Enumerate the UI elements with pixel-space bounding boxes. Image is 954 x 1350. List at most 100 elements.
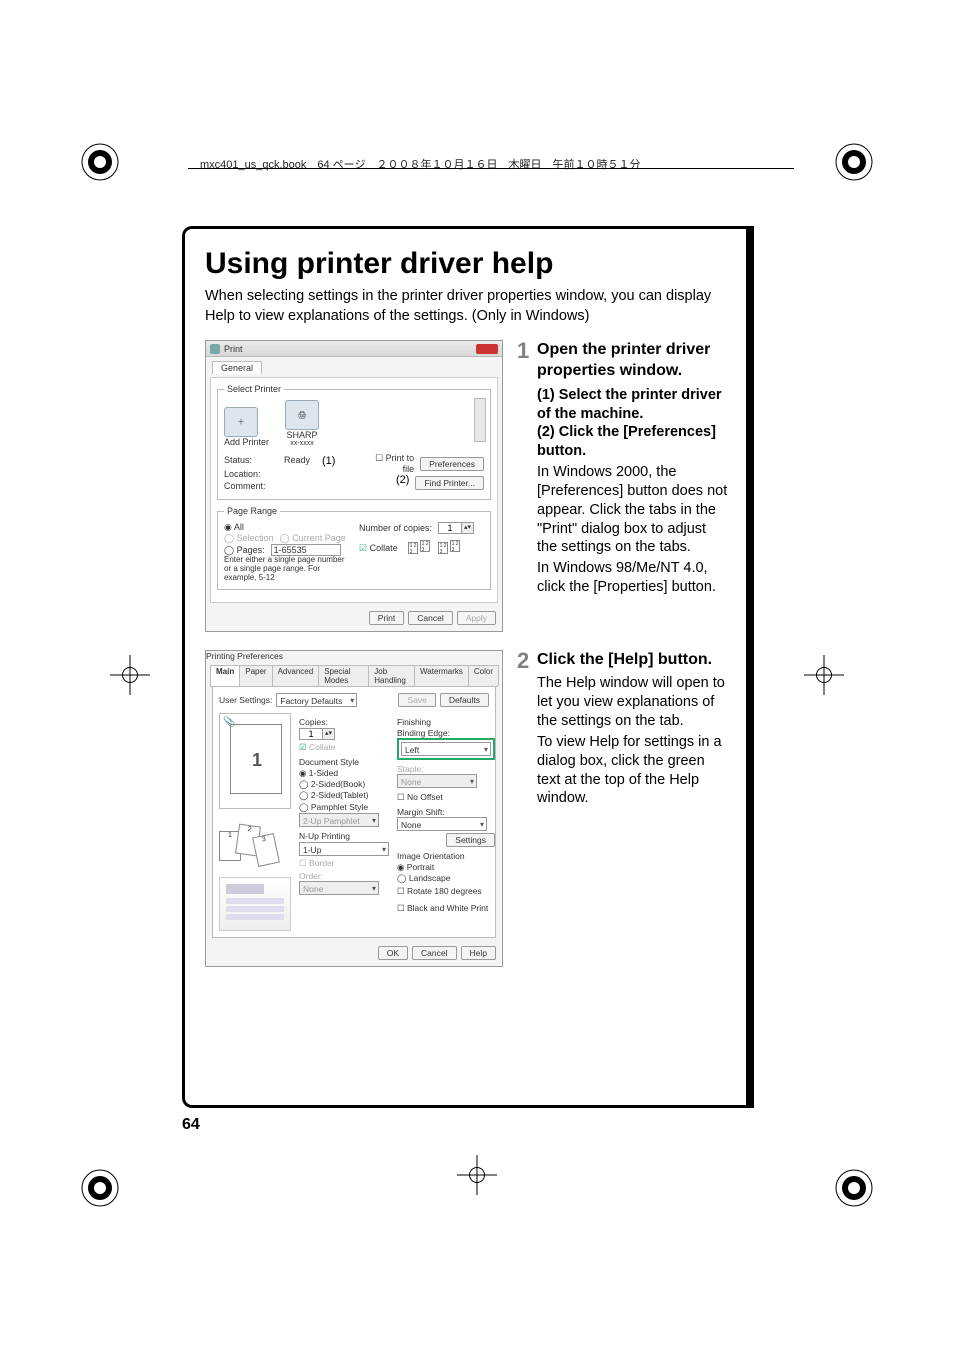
radio-portrait[interactable]: Portrait bbox=[397, 862, 495, 873]
step1-sub1: (1) Select the printer driver of the mac… bbox=[537, 386, 728, 424]
radio-pamphlet[interactable]: Pamphlet Style bbox=[299, 802, 389, 813]
staple-dropdown[interactable]: None bbox=[397, 774, 477, 788]
step2-body1: The Help window will open to let you vie… bbox=[537, 674, 728, 731]
step1-body2: In Windows 98/Me/NT 4.0, click the [Prop… bbox=[537, 559, 728, 597]
registration-mark-bl bbox=[78, 1166, 122, 1210]
rotate-180-checkbox[interactable]: Rotate 180 degrees bbox=[397, 886, 495, 897]
printer-icon[interactable]: 🖨 bbox=[285, 400, 319, 430]
order-label: Order: bbox=[299, 871, 389, 881]
status-key: Status: bbox=[224, 455, 272, 467]
tab-watermarks[interactable]: Watermarks bbox=[414, 665, 469, 686]
step-number-1: 1 bbox=[517, 340, 531, 631]
pamphlet-dropdown[interactable]: 2-Up Pamphlet bbox=[299, 813, 379, 827]
printer-list-scrollbar[interactable] bbox=[474, 398, 486, 442]
border-checkbox[interactable]: Border bbox=[299, 858, 389, 869]
margin-settings-button[interactable]: Settings bbox=[446, 833, 495, 847]
radio-2sided-book[interactable]: 2-Sided(Book) bbox=[299, 779, 389, 790]
prefs-cancel-button[interactable]: Cancel bbox=[412, 946, 456, 960]
defaults-button[interactable]: Defaults bbox=[440, 693, 489, 707]
step1-sub2: (2) Click the [Preferences] button. bbox=[537, 423, 728, 461]
page-preview: 📎 1 bbox=[219, 713, 291, 809]
status-value: Ready bbox=[284, 455, 310, 467]
print-dialog: Print General Select Printer ＋ Add P bbox=[205, 340, 503, 631]
tab-main[interactable]: Main bbox=[210, 665, 240, 686]
select-printer-group: Select Printer ＋ Add Printer 🖨 SHARP xx-… bbox=[217, 384, 491, 500]
bw-print-checkbox[interactable]: Black and White Print bbox=[397, 903, 495, 914]
copies-label: Number of copies: bbox=[359, 523, 432, 533]
radio-1sided[interactable]: 1-Sided bbox=[299, 768, 389, 779]
add-printer-icon[interactable]: ＋ bbox=[224, 407, 258, 437]
order-dropdown[interactable]: None bbox=[299, 881, 379, 895]
radio-current-page[interactable]: Current Page bbox=[280, 533, 346, 544]
step-number-2: 2 bbox=[517, 650, 531, 967]
callout-2: (2) bbox=[396, 474, 409, 486]
registration-mark-tr bbox=[832, 140, 876, 184]
page-title: Using printer driver help bbox=[205, 247, 728, 281]
prefs-copies-spinner[interactable]: ▴▾ bbox=[299, 728, 335, 740]
find-printer-button[interactable]: Find Printer... bbox=[415, 476, 484, 490]
document-style-label: Document Style bbox=[299, 757, 389, 767]
step1-heading: Open the printer driver properties windo… bbox=[537, 340, 728, 382]
tab-advanced[interactable]: Advanced bbox=[272, 665, 320, 686]
add-printer-label: Add Printer bbox=[224, 437, 269, 447]
user-settings-label: User Settings: bbox=[219, 695, 272, 705]
radio-landscape[interactable]: Landscape bbox=[397, 873, 495, 884]
registration-mark-br bbox=[832, 1166, 876, 1210]
select-printer-legend: Select Printer bbox=[224, 384, 284, 394]
content-frame: Using printer driver help When selecting… bbox=[182, 226, 748, 1108]
tab-paper[interactable]: Paper bbox=[239, 665, 272, 686]
copies-spinner[interactable]: ▴▾ bbox=[438, 522, 474, 534]
page-range-group: Page Range All Selection Current Page bbox=[217, 506, 491, 589]
device-preview bbox=[219, 877, 291, 931]
preview-page-number: 1 bbox=[252, 750, 262, 771]
save-button[interactable]: Save bbox=[398, 693, 435, 707]
apply-button[interactable]: Apply bbox=[457, 611, 496, 625]
cancel-button[interactable]: Cancel bbox=[408, 611, 452, 625]
printer-sub: xx-xxxx bbox=[285, 440, 319, 447]
collate-icon: 1 2 3 1 2 3 bbox=[408, 540, 428, 556]
orientation-label: Image Orientation bbox=[397, 851, 495, 861]
tab-job-handling[interactable]: Job Handling bbox=[368, 665, 415, 686]
ok-button[interactable]: OK bbox=[378, 946, 408, 960]
crop-cross-right bbox=[804, 655, 844, 695]
tab-special-modes[interactable]: Special Modes bbox=[318, 665, 369, 686]
dialog-titlebar: Print bbox=[206, 341, 502, 357]
prefs-title: Printing Preferences bbox=[206, 651, 283, 661]
binding-edge-label: Binding Edge: bbox=[397, 728, 495, 738]
prefs-tabs: Main Paper Advanced Special Modes Job Ha… bbox=[210, 663, 498, 687]
crop-cross-bottom bbox=[457, 1155, 497, 1195]
radio-all[interactable]: All bbox=[224, 522, 349, 533]
crop-cross-left bbox=[110, 655, 150, 695]
dialog-title: Print bbox=[224, 344, 243, 354]
collate-checkbox[interactable]: Collate bbox=[359, 543, 398, 554]
nup-dropdown[interactable]: 1-Up bbox=[299, 842, 389, 856]
page-number: 64 bbox=[182, 1116, 200, 1134]
prefs-collate-checkbox[interactable]: Collate bbox=[299, 742, 389, 753]
registration-mark-tl bbox=[78, 140, 122, 184]
collate-icon-2: 1 2 3 1 2 3 bbox=[438, 540, 458, 556]
preferences-button[interactable]: Preferences bbox=[420, 457, 484, 471]
radio-selection[interactable]: Selection bbox=[224, 533, 274, 544]
printer-name: SHARP bbox=[285, 430, 319, 440]
margin-shift-label: Margin Shift: bbox=[397, 807, 495, 817]
tab-color[interactable]: Color bbox=[468, 665, 499, 686]
help-button[interactable]: Help bbox=[461, 946, 496, 960]
location-key: Location: bbox=[224, 469, 272, 479]
margin-shift-dropdown[interactable]: None bbox=[397, 817, 487, 831]
tab-general[interactable]: General bbox=[212, 361, 262, 374]
step2-body2: To view Help for settings in a dialog bo… bbox=[537, 733, 728, 808]
user-settings-dropdown[interactable]: Factory Defaults bbox=[276, 693, 357, 707]
prefs-titlebar: Printing Preferences bbox=[206, 651, 502, 661]
dialog-app-icon bbox=[210, 344, 220, 354]
pages-hint: Enter either a single page number or a s… bbox=[224, 556, 349, 582]
page-range-legend: Page Range bbox=[224, 506, 280, 516]
print-to-file-checkbox[interactable]: Print to file bbox=[374, 453, 414, 474]
print-file-header: mxc401_us_qck.book 64 ページ ２００８年１０月１６日 木曜… bbox=[200, 156, 640, 172]
radio-pages[interactable]: Pages: bbox=[224, 545, 265, 556]
binding-edge-dropdown[interactable]: Left bbox=[401, 742, 491, 756]
radio-2sided-tablet[interactable]: 2-Sided(Tablet) bbox=[299, 790, 389, 801]
close-icon[interactable] bbox=[476, 344, 498, 354]
print-button[interactable]: Print bbox=[369, 611, 404, 625]
callout-1: (1) bbox=[322, 455, 335, 467]
no-offset-checkbox[interactable]: No Offset bbox=[397, 792, 495, 803]
